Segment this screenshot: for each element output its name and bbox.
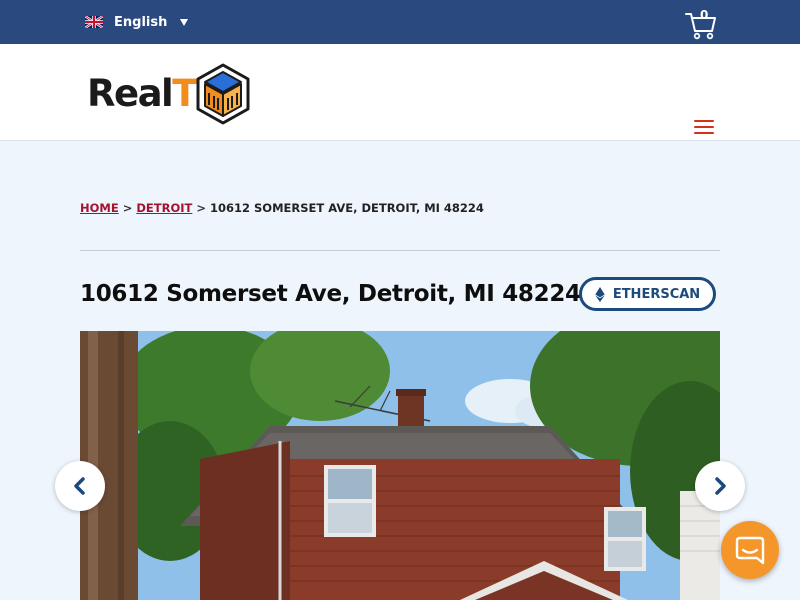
hamburger-menu-icon[interactable] bbox=[694, 120, 714, 134]
ethereum-icon bbox=[595, 286, 605, 302]
breadcrumb-current: 10612 SOMERSET AVE, DETROIT, MI 48224 bbox=[210, 201, 484, 215]
cube-building-icon bbox=[196, 63, 250, 125]
language-label: English bbox=[114, 14, 168, 30]
chat-launcher-button[interactable] bbox=[721, 521, 779, 579]
caret-down-icon bbox=[180, 18, 189, 26]
gallery-next-button[interactable] bbox=[695, 461, 745, 511]
cart-button[interactable]: 0 bbox=[684, 8, 718, 40]
chat-bubble-icon bbox=[735, 536, 765, 565]
etherscan-label: ETHERSCAN bbox=[612, 286, 701, 302]
etherscan-button[interactable]: ETHERSCAN bbox=[579, 277, 716, 311]
section-divider bbox=[80, 250, 720, 251]
realt-logo[interactable]: RealT bbox=[87, 62, 252, 126]
top-bar: English 0 bbox=[0, 0, 800, 44]
page-title: 10612 Somerset Ave, Detroit, MI 48224 bbox=[80, 281, 581, 307]
language-selector[interactable]: English bbox=[85, 13, 189, 31]
chevron-right-icon bbox=[715, 477, 726, 495]
gallery-prev-button[interactable] bbox=[55, 461, 105, 511]
breadcrumb-detroit-link[interactable]: DETROIT bbox=[136, 201, 192, 215]
breadcrumb-separator: > bbox=[196, 201, 206, 215]
uk-flag-icon bbox=[85, 16, 103, 28]
logo-text: RealT bbox=[87, 72, 197, 115]
breadcrumb: HOME > DETROIT >10612 SOMERSET AVE, DETROIT… bbox=[80, 201, 484, 215]
cart-count: 0 bbox=[700, 8, 709, 22]
chevron-left-icon bbox=[74, 477, 85, 495]
breadcrumb-home-link[interactable]: HOME bbox=[80, 201, 119, 215]
site-header: RealT bbox=[0, 44, 800, 141]
property-photo[interactable] bbox=[80, 331, 720, 600]
breadcrumb-separator: > bbox=[122, 201, 133, 215]
